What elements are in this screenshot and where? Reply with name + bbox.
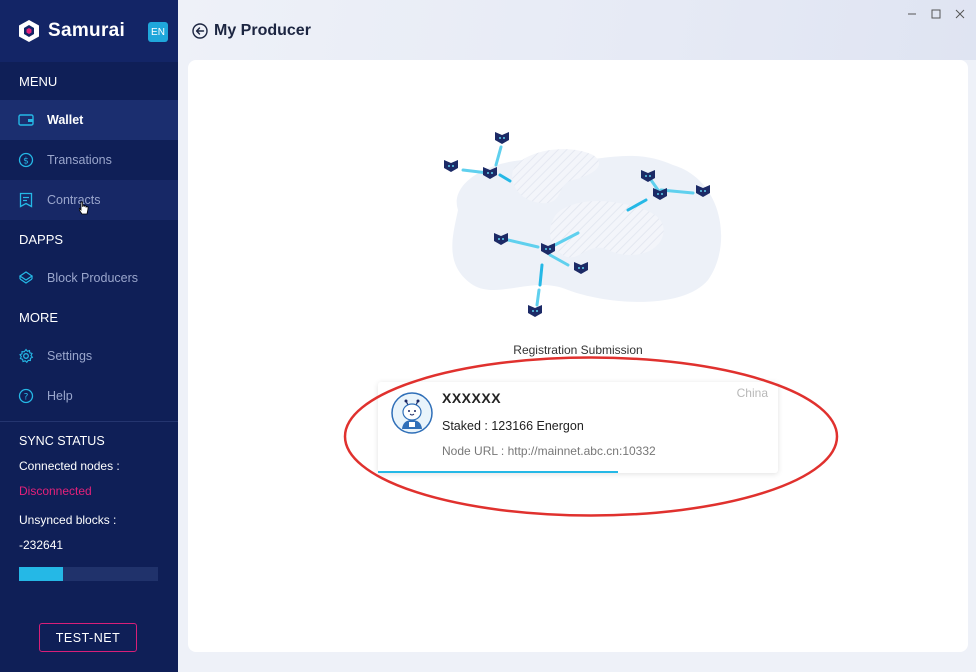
samurai-logo-icon xyxy=(19,20,39,42)
sidebar-item-label: Transations xyxy=(47,153,112,167)
sync-progress-bar xyxy=(19,567,158,581)
dapps-section-title: DAPPS xyxy=(19,231,64,247)
sidebar-item-transations[interactable]: $ Transations xyxy=(0,140,178,180)
sidebar-item-settings[interactable]: Settings xyxy=(0,336,178,376)
connected-nodes-label: Connected nodes : xyxy=(19,459,120,473)
sidebar-item-help[interactable]: ? Help xyxy=(0,376,178,416)
back-arrow-icon[interactable] xyxy=(192,23,208,39)
language-toggle[interactable]: EN xyxy=(148,22,168,42)
mouse-cursor-icon xyxy=(79,201,89,215)
menu-section-title: MENU xyxy=(19,73,58,89)
minimize-icon[interactable] xyxy=(905,7,919,21)
gear-icon xyxy=(18,348,34,364)
svg-text:$: $ xyxy=(23,157,29,167)
close-icon[interactable] xyxy=(953,7,967,21)
sidebar-item-label: Contracts xyxy=(47,193,101,207)
sidebar-item-label: Settings xyxy=(47,349,93,363)
connected-nodes-value: Disconnected xyxy=(19,484,92,498)
sidebar-item-label: Wallet xyxy=(47,113,84,127)
sidebar-item-label: Help xyxy=(47,389,73,403)
dollar-icon: $ xyxy=(18,152,34,168)
unsynced-blocks-label: Unsynced blocks : xyxy=(19,513,117,527)
maximize-icon[interactable] xyxy=(929,7,943,21)
network-illustration xyxy=(444,132,722,317)
app-name: Samurai xyxy=(48,20,126,41)
sync-status-title: SYNC STATUS xyxy=(19,434,105,448)
block-producer-icon xyxy=(18,270,34,286)
help-icon: ? xyxy=(18,388,34,404)
sidebar-item-contracts[interactable]: Contracts xyxy=(0,180,178,220)
svg-text:?: ? xyxy=(24,393,29,403)
page-title: My Producer xyxy=(214,22,311,39)
network-button[interactable]: TEST-NET xyxy=(39,623,137,652)
unsynced-blocks-value: -232641 xyxy=(19,538,64,552)
sync-progress-fill xyxy=(19,567,64,581)
more-section-title: MORE xyxy=(19,309,58,325)
annotation-ellipse xyxy=(343,356,839,517)
wallet-icon xyxy=(18,112,34,128)
sidebar-item-wallet[interactable]: Wallet xyxy=(0,100,178,140)
sidebar-item-block-producers[interactable]: Block Producers xyxy=(0,258,178,298)
sidebar-item-label: Block Producers xyxy=(47,271,139,285)
contract-icon xyxy=(18,192,34,208)
